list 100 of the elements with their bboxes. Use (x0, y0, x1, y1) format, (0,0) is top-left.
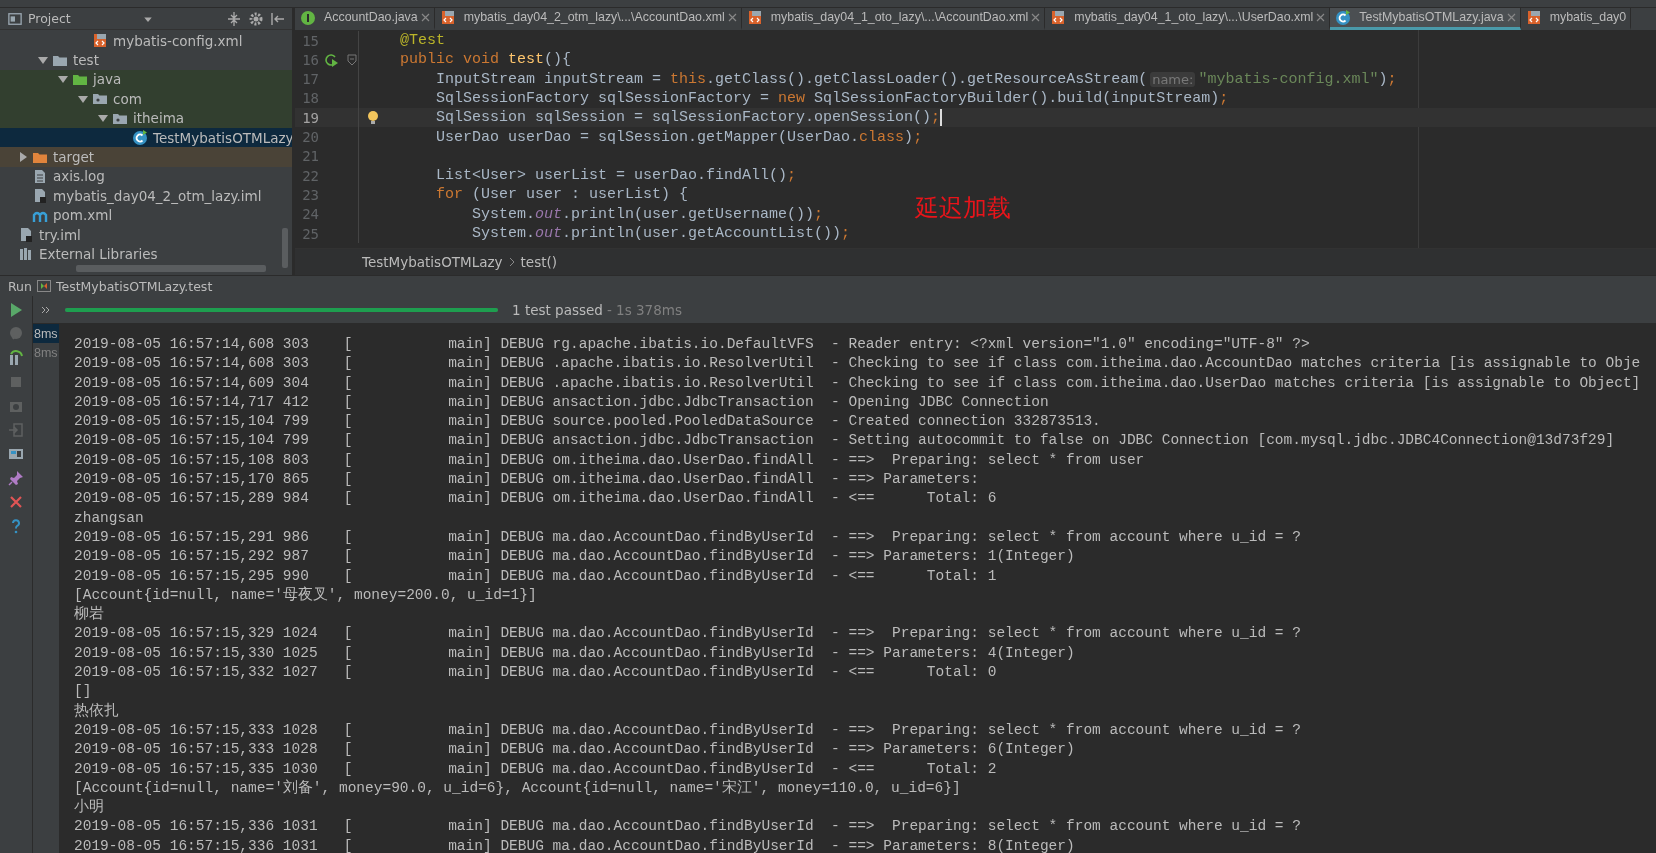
editor-tab[interactable]: mybatis_day04_2_otm_lazy\...\AccountDao.xml (434, 8, 742, 30)
line-number: 20 (301, 129, 319, 146)
code-line: SqlSession sqlSession = sqlSessionFactory.openSession(); (435, 108, 943, 128)
editor-tab[interactable]: mybatis_day04_1_oto_lazy\...\AccountDao.xml (741, 8, 1046, 30)
output-line: 热依扎 (74, 701, 120, 721)
code-line: System.out.println(user.getAccountList()); (471, 224, 851, 244)
output-line: 柳岩 (74, 605, 105, 625)
log-line: 2019-08-05 16:57:14,608 303 [ main] DEBUG .apache.ibatis.io.ResolverUtil - Checking to see if class com.itheima.dao.AccountDao matches criteria [is assignable to Obje (74, 354, 1642, 374)
editor-tab[interactable]: mybatis_day04_1_oto_lazy\...\UserDao.xml (1045, 8, 1331, 30)
project-view-icon[interactable] (8, 11, 22, 26)
close-icon[interactable] (1316, 12, 1326, 22)
tree-item[interactable]: mybatis_day04_2_otm_lazy.iml (0, 186, 292, 206)
log-line: 2019-08-05 16:57:15,333 1028 [ main] DEBUG ma.dao.AccountDao.findByUserId - ==> Preparing: select * from account where u_id = ? (74, 720, 1302, 740)
log-line: 2019-08-05 16:57:15,170 865 [ main] DEBUG om.itheima.dao.UserDao.findAll - ==> Parameters: (74, 470, 980, 490)
output-line: [] (74, 682, 93, 702)
close-icon[interactable] (1031, 12, 1041, 22)
file-icon (32, 168, 48, 184)
code-line: System.out.println(user.getUsername()); (471, 204, 824, 224)
caret-icon[interactable] (98, 113, 108, 124)
caret-icon[interactable] (78, 93, 88, 104)
expand-icon[interactable] (41, 304, 51, 315)
test-config-icon (36, 280, 51, 292)
tree-item[interactable]: com (0, 89, 292, 109)
xml-file-icon (1050, 9, 1067, 25)
test-result-item[interactable]: 8ms (33, 324, 59, 343)
line-number: 18 (301, 90, 319, 107)
run-config-tab[interactable]: TestMybatisOTMLazy.test (55, 278, 213, 294)
pin-icon[interactable] (8, 470, 24, 486)
caret-icon[interactable] (58, 74, 68, 85)
editor-tab[interactable]: mybatis_day0 (1520, 8, 1632, 30)
tree-item[interactable]: try.iml (0, 224, 292, 245)
close-icon[interactable] (420, 12, 430, 22)
log-line: 2019-08-05 16:57:14,608 303 [ main] DEBUG rg.apache.ibatis.io.DefaultVFS - Reader entry: <?xml version="1.0" encoding="UTF-8" ?> (74, 335, 1311, 354)
line-number: 24 (301, 206, 319, 223)
editor-tab[interactable]: AccountDao.java (295, 8, 435, 30)
code-line: for (User user : userList) { (435, 185, 689, 205)
log-line: 2019-08-05 16:57:15,104 799 [ main] DEBUG source.pooled.PooledDataSource - Created connection 332873513. (74, 412, 1102, 432)
line-number: 22 (301, 167, 319, 184)
line-number: 17 (301, 71, 319, 88)
close-icon[interactable] (727, 12, 737, 22)
log-line: 2019-08-05 16:57:15,332 1027 [ main] DEBUG ma.dao.AccountDao.findByUserId - <== Total: 0 (74, 663, 998, 683)
interface-icon (300, 9, 316, 25)
log-line: 2019-08-05 16:57:15,291 986 [ main] DEBUG ma.dao.AccountDao.findByUserId - ==> Preparing: select * from account where u_id = ? (74, 527, 1302, 547)
module-file-icon (32, 188, 48, 204)
scrollbar[interactable] (282, 228, 288, 268)
caret-icon[interactable] (18, 152, 28, 163)
tree-item[interactable]: itheima (0, 108, 292, 128)
breadcrumb-item[interactable]: test() (520, 254, 557, 271)
panel-title: Run (8, 278, 32, 294)
output-line: zhangsan (74, 508, 145, 528)
tree-item[interactable]: target (0, 147, 292, 167)
line-number: 15 (301, 32, 319, 49)
class-icon (1335, 9, 1352, 25)
close-icon[interactable] (1506, 12, 1516, 22)
line-number: 16 (301, 51, 319, 68)
code-line: InputStream inputStream = this.getClass().getClassLoader().getResourceAsStream( name: "mybatis-config.xml"); (435, 69, 1397, 89)
code-line: UserDao userDao = sqlSession.getMapper(UserDao.class); (435, 127, 923, 147)
line-number: 21 (301, 148, 319, 165)
code-line: public void test(){ (399, 50, 572, 70)
xml-file-icon (746, 9, 763, 25)
scrollbar[interactable] (76, 265, 266, 272)
tree-item[interactable]: axis.log (0, 166, 292, 187)
hide-panel-icon[interactable] (270, 10, 286, 27)
log-line: 2019-08-05 16:57:15,289 984 [ main] DEBUG om.itheima.dao.UserDao.findAll - <== Total: 6 (74, 489, 998, 509)
settings-icon[interactable] (248, 10, 264, 27)
log-line: 2019-08-05 16:57:15,335 1030 [ main] DEBUG ma.dao.AccountDao.findByUserId - <== Total: 2 (74, 759, 998, 779)
log-line: 2019-08-05 16:57:15,336 1031 [ main] DEBUG ma.dao.AccountDao.findByUserId - ==> Parameters: 8(Integer) (74, 836, 1076, 853)
xml-file-icon (1525, 9, 1542, 25)
chevron-icon (508, 257, 515, 268)
breadcrumb-item[interactable]: TestMybatisOTMLazy (362, 254, 503, 271)
log-line: 2019-08-05 16:57:15,295 990 [ main] DEBUG ma.dao.AccountDao.findByUserId - <== Total: 1 (74, 566, 998, 586)
tree-item[interactable]: test (0, 50, 292, 70)
lightbulb-icon[interactable] (367, 110, 379, 127)
rerun-icon[interactable] (8, 350, 24, 366)
annotation-text: 延迟加载 (915, 192, 1011, 224)
collapse-all-icon[interactable] (226, 10, 242, 27)
tree-item[interactable]: mybatis-config.xml (0, 31, 292, 51)
code-line: SqlSessionFactory sqlSessionFactory = new SqlSessionFactoryBuilder().build(inputStream); (435, 88, 1229, 109)
play-icon[interactable] (8, 302, 24, 318)
tree-item[interactable]: pom.xml (0, 205, 292, 225)
caret-icon[interactable] (38, 55, 48, 66)
panel-title[interactable]: Project (28, 11, 71, 26)
line-number: 23 (301, 186, 319, 203)
output-line: [Account{id=null, name='刘备', money=90.0, u_id=6}, Account{id=null, name='宋江', money=110.0, u_id=6}] (74, 778, 962, 798)
run-test-icon[interactable] (323, 51, 339, 68)
code-line: List<User> userList = userDao.findAll(); (435, 166, 797, 186)
line-number: 19 (301, 109, 319, 126)
layout-icon[interactable] (8, 446, 24, 462)
xml-file-icon (92, 33, 108, 49)
log-line: 2019-08-05 16:57:14,717 412 [ main] DEBUG ansaction.jdbc.JdbcTransaction - Opening JDBC Connection (74, 392, 1050, 412)
log-line: 2019-08-05 16:57:15,108 803 [ main] DEBUG om.itheima.dao.UserDao.findAll - ==> Preparing: select * from user (74, 450, 1146, 470)
editor-tab[interactable]: TestMybatisOTMLazy.java (1330, 8, 1521, 30)
tree-item[interactable]: java (0, 69, 292, 90)
library-icon (18, 246, 34, 262)
test-duration: - 1s 378ms (606, 301, 682, 318)
close-icon[interactable] (8, 494, 24, 510)
fold-icon[interactable] (347, 53, 357, 66)
xml-file-icon (439, 9, 456, 25)
log-line: 2019-08-05 16:57:15,330 1025 [ main] DEBUG ma.dao.AccountDao.findByUserId - ==> Parameters: 4(Integer) (74, 643, 1076, 663)
tree-item[interactable]: External Libraries (0, 244, 292, 264)
